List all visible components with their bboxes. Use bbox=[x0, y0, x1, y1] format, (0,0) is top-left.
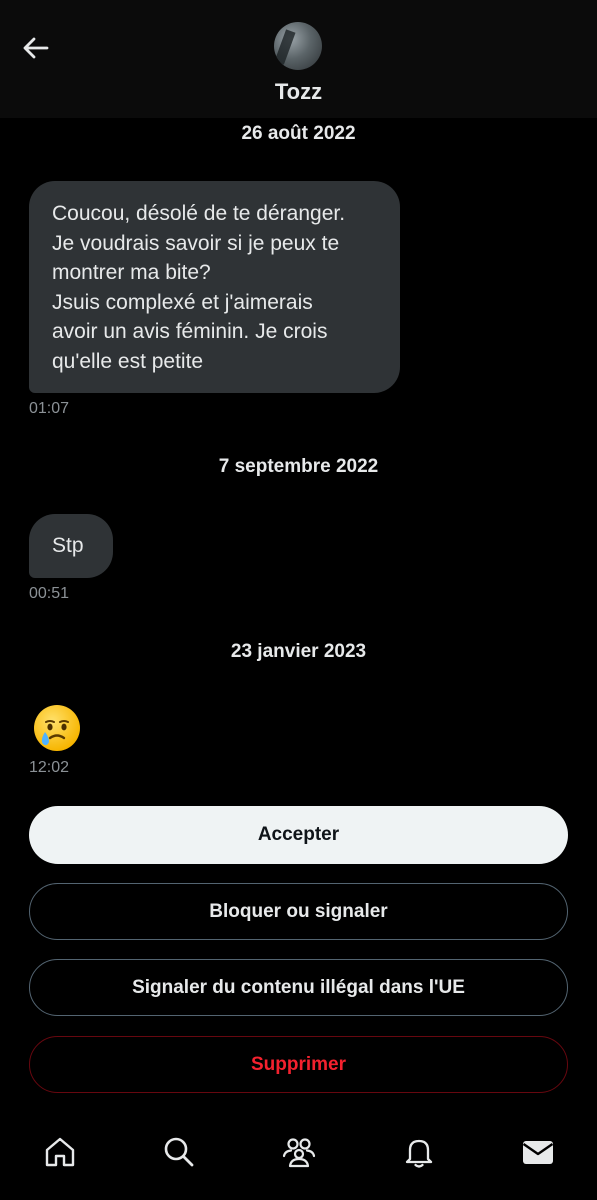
face-holding-back-tears-icon bbox=[34, 705, 80, 751]
block-or-report-button[interactable]: Bloquer ou signaler bbox=[29, 883, 568, 940]
home-icon bbox=[45, 1137, 75, 1167]
arrow-left-icon bbox=[23, 37, 49, 59]
avatar[interactable] bbox=[274, 22, 322, 70]
message-timestamp: 01:07 bbox=[29, 400, 70, 417]
message-line: montrer ma bite? bbox=[52, 261, 211, 284]
message-timestamp: 00:51 bbox=[29, 585, 70, 602]
nav-search[interactable] bbox=[161, 1134, 197, 1170]
nav-communities[interactable] bbox=[281, 1134, 317, 1170]
message-line: Jsuis complexé et j'aimerais bbox=[52, 290, 313, 314]
delete-button[interactable]: Supprimer bbox=[29, 1036, 568, 1093]
accept-button[interactable]: Accepter bbox=[29, 806, 568, 864]
bell-icon bbox=[405, 1139, 433, 1168]
communities-icon bbox=[282, 1138, 316, 1168]
message-line: qu'elle est petite bbox=[52, 349, 204, 373]
message-bubble[interactable]: Stp bbox=[29, 514, 113, 578]
contact-name[interactable]: Tozz bbox=[0, 79, 597, 105]
message-line: avoir un avis féminin. Je crois bbox=[52, 320, 328, 343]
nav-messages[interactable] bbox=[520, 1134, 556, 1170]
nav-notifications[interactable] bbox=[401, 1134, 437, 1170]
message-timestamp: 12:02 bbox=[29, 759, 70, 776]
nav-home[interactable] bbox=[42, 1134, 78, 1170]
conversation-header: Tozz bbox=[0, 0, 597, 118]
date-separator: 23 janvier 2023 bbox=[230, 641, 367, 662]
report-illegal-content-button[interactable]: Signaler du contenu illégal dans l'UE bbox=[29, 959, 568, 1016]
search-icon bbox=[164, 1137, 194, 1167]
message-line: Stp bbox=[52, 534, 84, 557]
message-line: Coucou, désolé de te déranger. bbox=[52, 202, 346, 225]
message-bubble[interactable]: Coucou, désolé de te déranger. Je voudra… bbox=[29, 181, 400, 393]
envelope-icon bbox=[522, 1141, 554, 1164]
date-separator: 7 septembre 2022 bbox=[218, 456, 379, 477]
date-separator: 26 août 2022 bbox=[241, 123, 356, 144]
emoji-message[interactable] bbox=[33, 704, 81, 752]
message-line: Je voudrais savoir si je peux te bbox=[52, 231, 340, 255]
back-button[interactable] bbox=[18, 30, 54, 66]
